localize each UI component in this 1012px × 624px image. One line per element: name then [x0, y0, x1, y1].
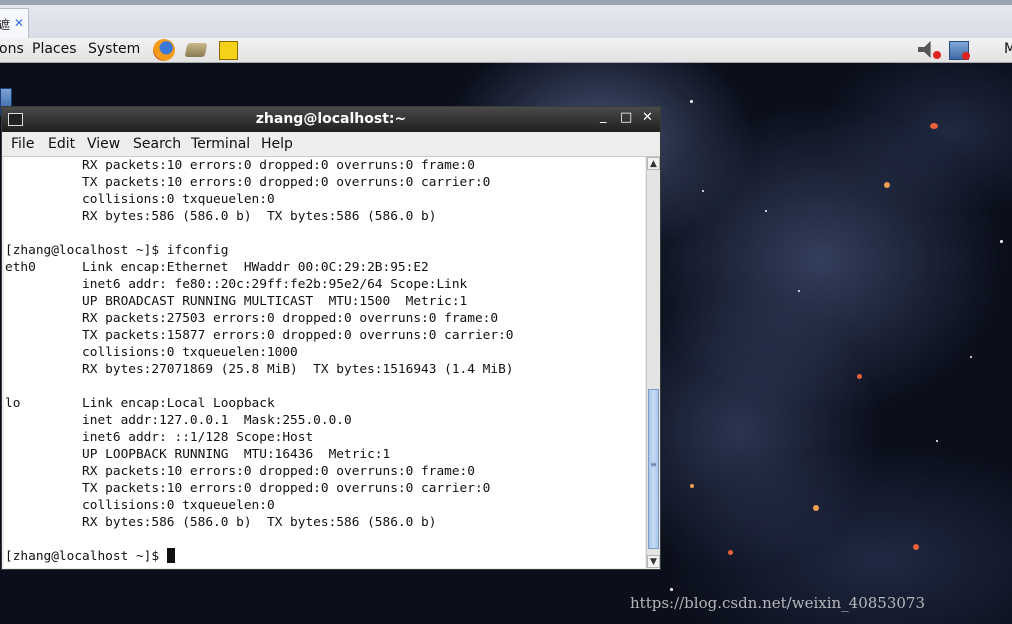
- terminal-line: inet addr:127.0.0.1 Mask:255.0.0.0: [5, 413, 352, 428]
- tab-close-icon[interactable]: ✕: [14, 16, 24, 30]
- terminal-line: TX packets:10 errors:0 dropped:0 overrun…: [5, 481, 491, 496]
- star: [936, 440, 938, 442]
- menu-file[interactable]: File: [11, 136, 34, 152]
- menu-view[interactable]: View: [87, 136, 120, 152]
- terminal-line: RX bytes:27071869 (25.8 MiB) TX bytes:15…: [5, 362, 514, 377]
- tab-strip-border: [0, 0, 1012, 5]
- terminal-line: TX packets:15877 errors:0 dropped:0 over…: [5, 328, 514, 343]
- star: [702, 190, 704, 192]
- terminal-line: collisions:0 txqueuelen:0: [5, 498, 275, 513]
- star: [913, 544, 919, 550]
- terminal-line: RX bytes:586 (586.0 b) TX bytes:586 (586…: [5, 515, 437, 530]
- browser-tab[interactable]: 遮 ✕: [0, 8, 29, 39]
- terminal-line: TX packets:10 errors:0 dropped:0 overrun…: [5, 175, 491, 190]
- star: [728, 550, 733, 555]
- scrollbar-thumb[interactable]: ≡: [648, 389, 659, 549]
- terminal-line: eth0 Link encap:Ethernet HWaddr 00:0C:29…: [5, 260, 429, 275]
- terminal-prompt-line[interactable]: [zhang@localhost ~]$: [5, 548, 514, 565]
- terminal-menubar: File Edit View Search Terminal Help: [2, 132, 660, 157]
- system-menu[interactable]: System: [88, 41, 140, 57]
- star: [884, 182, 890, 188]
- terminal-line: lo Link encap:Local Loopback: [5, 396, 275, 411]
- window-titlebar[interactable]: zhang@localhost:~ _ □ ✕: [2, 107, 660, 132]
- terminal-line: collisions:0 txqueuelen:1000: [5, 345, 298, 360]
- menu-help[interactable]: Help: [261, 136, 293, 152]
- mute-badge-icon: [933, 51, 941, 59]
- star: [670, 588, 673, 591]
- terminal-line: UP BROADCAST RUNNING MULTICAST MTU:1500 …: [5, 294, 468, 309]
- star: [690, 100, 693, 103]
- terminal-line: RX bytes:586 (586.0 b) TX bytes:586 (586…: [5, 209, 437, 224]
- maximize-button[interactable]: □: [620, 110, 632, 125]
- disconnected-badge-icon: [962, 52, 970, 60]
- watermark-url: https://blog.csdn.net/weixin_40853073: [630, 594, 926, 612]
- terminal-prompt: [zhang@localhost ~]$: [5, 549, 167, 564]
- terminal-output[interactable]: RX packets:10 errors:0 dropped:0 overrun…: [4, 157, 645, 568]
- text-cursor: [166, 548, 175, 563]
- firefox-icon[interactable]: [153, 39, 175, 61]
- star: [970, 356, 972, 358]
- panel-clipped-text: M: [1004, 41, 1012, 57]
- star: [857, 374, 862, 379]
- star: [765, 210, 767, 212]
- terminal-lines: RX packets:10 errors:0 dropped:0 overrun…: [5, 157, 514, 565]
- browser-tab-strip: 遮 ✕: [0, 0, 1012, 39]
- terminal-line: inet6 addr: ::1/128 Scope:Host: [5, 430, 314, 445]
- star: [798, 290, 800, 292]
- menu-edit[interactable]: Edit: [48, 136, 75, 152]
- applications-menu[interactable]: ons: [0, 41, 24, 57]
- window-title: zhang@localhost:~: [255, 111, 407, 127]
- minimize-button[interactable]: _: [600, 109, 607, 124]
- scroll-up-arrow-icon[interactable]: ▲: [647, 157, 660, 170]
- places-menu[interactable]: Places: [32, 41, 77, 57]
- thunderbird-icon[interactable]: [184, 43, 208, 57]
- star: [813, 505, 819, 511]
- menu-terminal[interactable]: Terminal: [191, 136, 250, 152]
- star: [690, 484, 694, 488]
- terminal-window: zhang@localhost:~ _ □ ✕ File Edit View S…: [1, 106, 661, 570]
- notes-icon[interactable]: [219, 41, 238, 60]
- tab-title: 遮: [0, 18, 11, 32]
- vertical-scrollbar[interactable]: ▲ ≡ ▼: [646, 157, 660, 568]
- terminal-line: RX packets:10 errors:0 dropped:0 overrun…: [5, 158, 475, 173]
- star: [930, 123, 938, 129]
- top-panel: ons Places System M: [0, 38, 1012, 63]
- menu-search[interactable]: Search: [133, 136, 181, 152]
- terminal-line: UP LOOPBACK RUNNING MTU:16436 Metric:1: [5, 447, 391, 462]
- scrollbar-grip-icon: ≡: [650, 460, 657, 469]
- terminal-line: RX packets:27503 errors:0 dropped:0 over…: [5, 311, 499, 326]
- terminal-line: collisions:0 txqueuelen:0: [5, 192, 275, 207]
- close-button[interactable]: ✕: [642, 110, 653, 125]
- scroll-down-arrow-icon[interactable]: ▼: [647, 555, 660, 568]
- terminal-line: [zhang@localhost ~]$ ifconfig: [5, 243, 229, 258]
- terminal-line: RX packets:10 errors:0 dropped:0 overrun…: [5, 464, 475, 479]
- star: [1000, 240, 1003, 243]
- terminal-line: inet6 addr: fe80::20c:29ff:fe2b:95e2/64 …: [5, 277, 468, 292]
